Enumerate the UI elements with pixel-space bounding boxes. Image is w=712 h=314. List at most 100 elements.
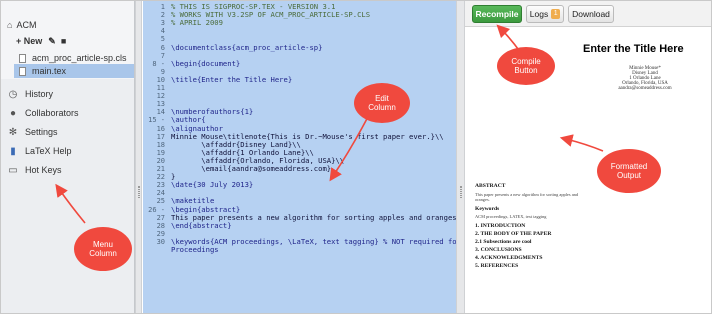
keyboard-icon: ▭ [8, 164, 18, 176]
person-icon: ● [9, 107, 17, 119]
file-item-selected[interactable]: main.tex [14, 64, 134, 78]
file-item[interactable]: acm_proc_article-sp.cls [19, 51, 127, 65]
compile-button-callout: Compile Button [497, 47, 555, 85]
line-number: 15 - [148, 116, 165, 125]
author-email: aandra@someaddress.com [618, 86, 672, 91]
line-number: 11 [156, 84, 165, 92]
line-number: 10 [156, 75, 165, 84]
file-tree: ⌂ ACM + New ✎ ■ acm_proc_article-sp.cls … [1, 1, 134, 79]
nav-label: Collaborators [25, 108, 79, 118]
new-label: + New [16, 36, 43, 46]
line-number: 27 [156, 213, 165, 222]
line-number: 3 [160, 19, 165, 28]
nav-label: History [25, 89, 54, 99]
line-number: 17 [156, 132, 165, 141]
preview-resize-handle[interactable] [456, 1, 465, 313]
code-line[interactable]: \email{aandra@someaddress.com} [171, 165, 331, 173]
file-name: acm_proc_article-sp.cls [32, 53, 127, 63]
line-number: 21 [156, 165, 165, 173]
grip-dots [460, 186, 462, 198]
keywords-text: ACM proceedings, LATEX, text tagging [475, 214, 547, 219]
line-number: 18 [156, 140, 165, 149]
logs-button[interactable]: Logs 1 [526, 5, 564, 23]
line-number: 14 [156, 108, 165, 117]
line-number: 28 [156, 221, 165, 230]
trash-icon[interactable]: ■ [61, 36, 66, 46]
nav-label: Settings [25, 127, 58, 137]
preview-toolbar: Recompile Logs 1 Download [465, 1, 711, 27]
section-heading: 2. THE BODY OF THE PAPER [475, 231, 552, 237]
sidebar-resize-handle[interactable] [135, 1, 142, 313]
sidebar-item-hot-keys[interactable]: ▭ Hot Keys [7, 162, 61, 178]
line-number-gutter: 12345678 -9 10 11 12 13 14 15 -16 17 18 19 20 21 22 2… [143, 1, 167, 313]
gear-icon: ✻ [8, 126, 18, 138]
project-name: ACM [16, 20, 37, 30]
book-icon: ▮ [10, 145, 16, 157]
logs-label: Logs [529, 9, 549, 19]
line-number: 12 [156, 92, 165, 101]
recompile-label: Recompile [475, 9, 519, 19]
line-number: 7 [160, 51, 165, 60]
line-number: 4 [160, 27, 165, 36]
new-file-button[interactable]: + New ✎ ■ [16, 34, 66, 48]
formatted-output-callout: Formatted Output [597, 149, 661, 193]
keywords-heading: Keywords [475, 206, 500, 212]
clock-icon: ◷ [8, 88, 18, 100]
preview-pane: Recompile Logs 1 Download Enter the Titl… [465, 1, 711, 313]
callout-text: Formatted Output [610, 161, 648, 180]
callout-text: Edit Column [368, 93, 396, 112]
code-line[interactable]: % APRIL 2009 [171, 19, 223, 27]
line-number: 2 [160, 11, 165, 20]
section-heading: 2.1 Subsections are cool [475, 239, 532, 245]
code-line[interactable]: \date{30 July 2013} [171, 181, 253, 189]
download-button[interactable]: Download [568, 5, 614, 23]
line-number: 25 [156, 197, 165, 206]
code-line[interactable]: \begin{document} [171, 59, 240, 68]
edit-column-callout: Edit Column [354, 83, 410, 123]
file-icon [19, 66, 26, 76]
line-number: 22 [156, 173, 165, 182]
line-number: 26 - [148, 205, 165, 214]
logs-count-badge: 1 [551, 9, 561, 19]
callout-text: Compile Button [511, 56, 541, 75]
line-number: 6 [160, 43, 165, 52]
file-name: main.tex [32, 66, 67, 76]
line-number: 8 - [152, 59, 165, 68]
line-number: 9 [160, 67, 165, 76]
section-heading: 3. CONCLUSIONS [475, 247, 522, 253]
section-heading: 1. INTRODUCTION [475, 223, 526, 229]
sidebar-item-history[interactable]: ◷ History [7, 86, 53, 102]
line-number: 23 [156, 181, 165, 190]
pencil-icon[interactable]: ✎ [48, 36, 56, 47]
line-number: 5 [160, 35, 165, 44]
abstract-text: This paper presents a new algorithm for … [475, 192, 579, 197]
recompile-button[interactable]: Recompile [472, 5, 522, 23]
line-number: 20 [156, 156, 165, 165]
section-heading: 5. REFERENCES [475, 263, 519, 269]
line-number: 30 [156, 237, 165, 246]
file-icon [19, 53, 26, 63]
section-heading: 4. ACKNOWLEDGMENTS [475, 255, 543, 261]
nav-label: LaTeX Help [25, 146, 72, 156]
download-label: Download [572, 9, 610, 19]
project-folder[interactable]: ⌂ ACM [7, 18, 36, 32]
code-line[interactable]: \end{abstract} [171, 221, 232, 230]
sidebar-item-settings[interactable]: ✻ Settings [7, 124, 58, 140]
document-title: Enter the Title Here [583, 43, 684, 55]
abstract-text: oranges. [475, 197, 490, 202]
code-line[interactable]: \documentclass{acm_proc_article-sp} [171, 43, 322, 52]
menu-column-callout: Menu Column [74, 227, 132, 271]
line-number: 13 [156, 100, 165, 109]
sidebar-item-latex-help[interactable]: ▮ LaTeX Help [7, 143, 72, 159]
edit-column[interactable]: 12345678 -9 10 11 12 13 14 15 -16 17 18 19 20 21 22 2… [143, 1, 456, 313]
abstract-heading: ABSTRACT [475, 183, 506, 189]
grip-dots [138, 186, 140, 198]
code-line[interactable]: Proceedings [171, 246, 219, 254]
editor-window: ⌂ ACM + New ✎ ■ acm_proc_article-sp.cls … [0, 0, 712, 314]
callout-text: Menu Column [89, 239, 117, 258]
sidebar-item-collaborators[interactable]: ● Collaborators [7, 105, 79, 121]
home-icon: ⌂ [7, 20, 13, 30]
line-number: 24 [156, 189, 165, 198]
line-number: 19 [156, 148, 165, 157]
code-line[interactable]: \title{Enter the Title Here} [171, 75, 292, 84]
